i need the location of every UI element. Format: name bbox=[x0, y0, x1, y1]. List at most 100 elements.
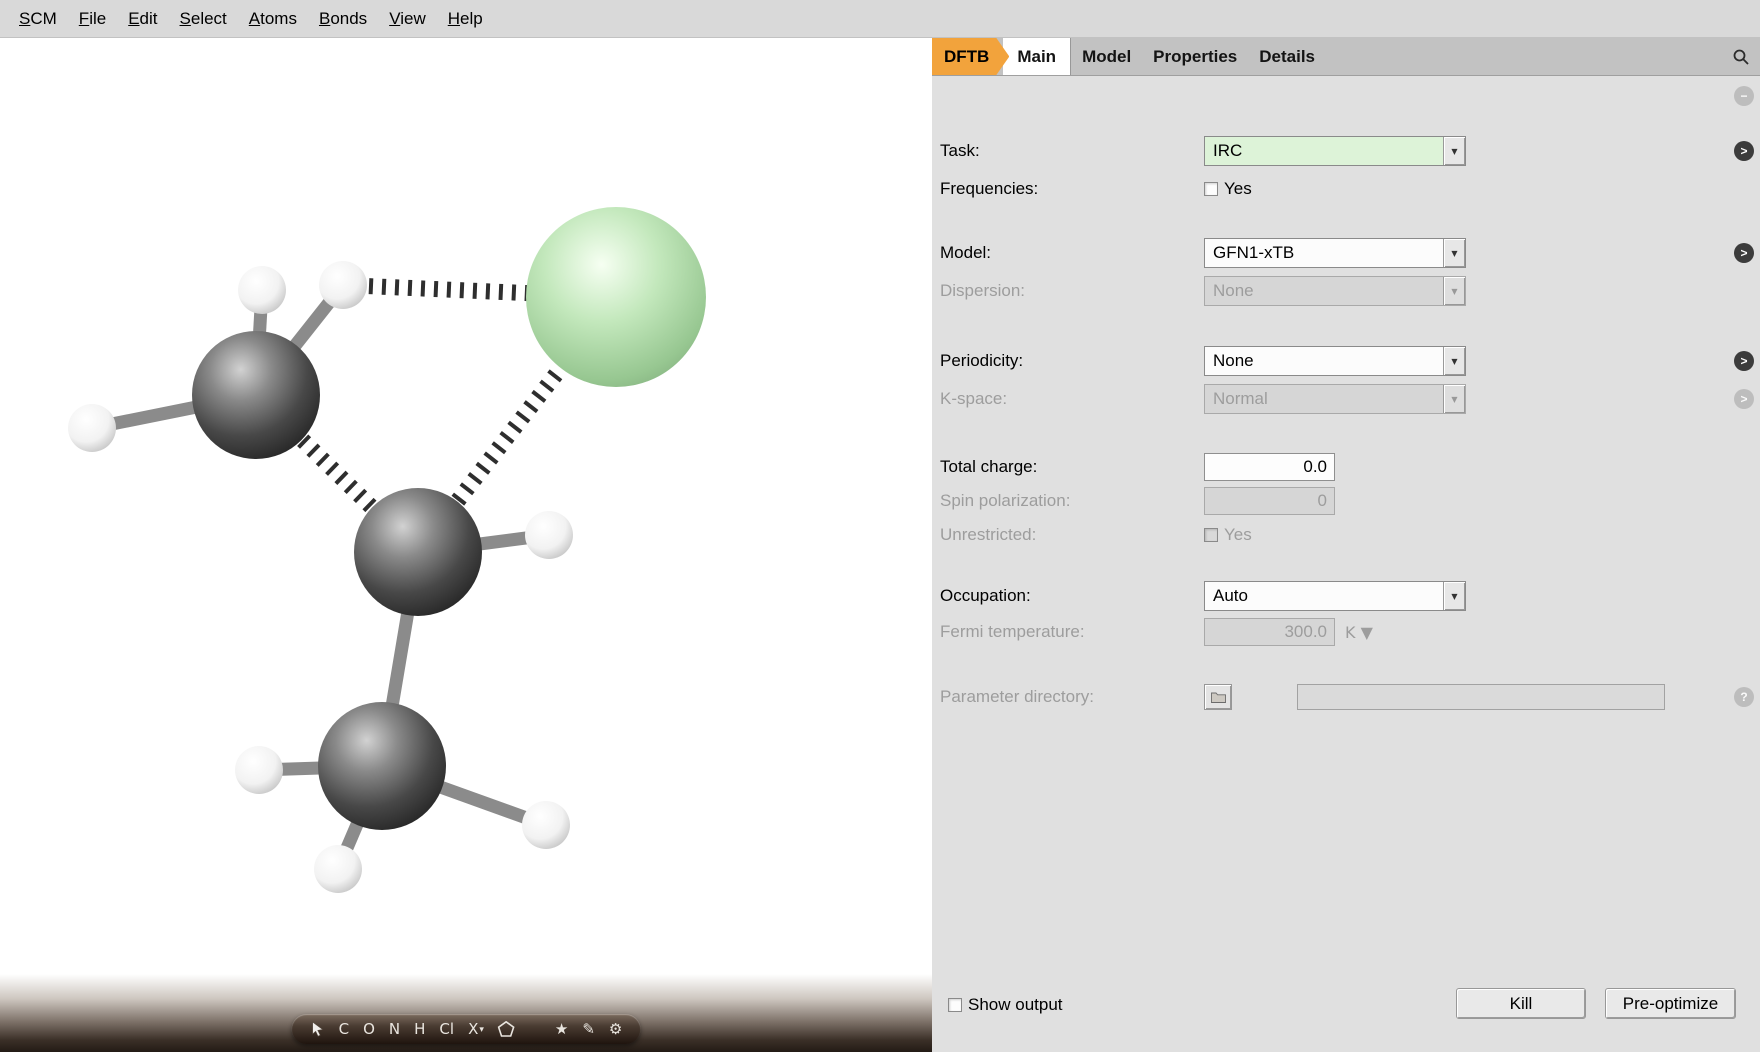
unrestricted-option-label: Yes bbox=[1224, 525, 1252, 545]
kspace-dropdown-arrow-icon: ▼ bbox=[1443, 385, 1465, 413]
menu-bar: SCM File Edit Select Atoms Bonds View He… bbox=[0, 0, 1760, 38]
settings-panel: DFTB Main Model Properties Details − > >… bbox=[932, 38, 1760, 1052]
unrestricted-checkbox bbox=[1204, 528, 1218, 542]
tab-dftb[interactable]: DFTB bbox=[932, 38, 1009, 75]
ring-tool-icon[interactable] bbox=[498, 1021, 515, 1037]
atom-hydrogen[interactable] bbox=[319, 261, 367, 309]
selection-star-icon[interactable]: ★ bbox=[555, 1020, 568, 1038]
parameter-directory-row: Parameter directory: bbox=[940, 682, 1665, 712]
model-detail-arrow-icon[interactable]: > bbox=[1734, 243, 1754, 263]
periodicity-row: Periodicity: None ▼ bbox=[940, 346, 1466, 376]
kspace-select: Normal ▼ bbox=[1204, 384, 1466, 414]
kspace-detail-arrow-icon: > bbox=[1734, 389, 1754, 409]
molecule-canvas[interactable] bbox=[0, 38, 932, 1052]
settings-gear-icon[interactable]: ⚙ bbox=[609, 1020, 622, 1038]
menu-select[interactable]: Select bbox=[169, 9, 238, 29]
frequencies-label: Frequencies: bbox=[940, 179, 1204, 199]
pen-tool-icon[interactable]: ✎ bbox=[582, 1020, 595, 1038]
task-select[interactable]: IRC ▼ bbox=[1204, 136, 1466, 166]
tab-bar: DFTB Main Model Properties Details bbox=[932, 38, 1760, 76]
tab-properties[interactable]: Properties bbox=[1142, 38, 1248, 75]
task-detail-arrow-icon[interactable]: > bbox=[1734, 141, 1754, 161]
periodicity-dropdown-arrow-icon[interactable]: ▼ bbox=[1443, 347, 1465, 375]
atom-hydrogen[interactable] bbox=[238, 266, 286, 314]
model-value: GFN1-xTB bbox=[1205, 239, 1443, 267]
kill-button[interactable]: Kill bbox=[1456, 988, 1586, 1019]
chevron-glyph: > bbox=[1740, 392, 1747, 406]
fermi-temperature-label: Fermi temperature: bbox=[940, 622, 1204, 642]
element-cl-button[interactable]: Cl bbox=[439, 1020, 454, 1038]
menu-bonds[interactable]: Bonds bbox=[308, 9, 378, 29]
menu-atoms[interactable]: Atoms bbox=[238, 9, 308, 29]
show-output-row: Show output bbox=[948, 995, 1063, 1015]
spin-polarization-row: Spin polarization: 0 bbox=[940, 486, 1335, 516]
spin-polarization-label: Spin polarization: bbox=[940, 491, 1204, 511]
dispersion-value: None bbox=[1205, 277, 1443, 305]
parameter-directory-input bbox=[1297, 684, 1665, 710]
menu-help[interactable]: Help bbox=[437, 9, 494, 29]
atom-carbon[interactable] bbox=[318, 702, 446, 830]
fermi-temperature-unit: K ▼ bbox=[1345, 623, 1373, 642]
menu-view[interactable]: View bbox=[378, 9, 437, 29]
chevron-glyph: > bbox=[1740, 144, 1747, 158]
preoptimize-button[interactable]: Pre-optimize bbox=[1605, 988, 1736, 1019]
atom-hydrogen[interactable] bbox=[522, 801, 570, 849]
atom-hydrogen[interactable] bbox=[235, 746, 283, 794]
kspace-value: Normal bbox=[1205, 385, 1443, 413]
periodicity-label: Periodicity: bbox=[940, 351, 1204, 371]
frequencies-checkbox[interactable] bbox=[1204, 182, 1218, 196]
dispersion-row: Dispersion: None ▼ bbox=[940, 276, 1466, 306]
occupation-select[interactable]: Auto ▼ bbox=[1204, 581, 1466, 611]
tab-details[interactable]: Details bbox=[1248, 38, 1326, 75]
chevron-glyph: > bbox=[1740, 354, 1747, 368]
pointer-tool-icon[interactable] bbox=[310, 1021, 325, 1037]
kspace-label: K-space: bbox=[940, 389, 1204, 409]
molecule-viewer[interactable]: C O N H Cl X ▾ ★ ✎ ⚙ bbox=[0, 38, 932, 1052]
dispersion-label: Dispersion: bbox=[940, 281, 1204, 301]
tab-main[interactable]: Main bbox=[1003, 38, 1070, 75]
dispersion-dropdown-arrow-icon: ▼ bbox=[1443, 277, 1465, 305]
total-charge-label: Total charge: bbox=[940, 457, 1204, 477]
atom-hydrogen[interactable] bbox=[525, 511, 573, 559]
atom-hydrogen[interactable] bbox=[68, 404, 116, 452]
atom-carbon[interactable] bbox=[192, 331, 320, 459]
collapse-icon: − bbox=[1734, 86, 1754, 106]
frequencies-row: Frequencies: Yes bbox=[940, 178, 1252, 200]
menu-edit[interactable]: Edit bbox=[117, 9, 168, 29]
search-icon[interactable] bbox=[1722, 38, 1760, 75]
viewer-toolbar: C O N H Cl X ▾ ★ ✎ ⚙ bbox=[292, 1014, 641, 1044]
occupation-row: Occupation: Auto ▼ bbox=[940, 581, 1466, 611]
element-x-label: X bbox=[468, 1020, 478, 1038]
element-x-button[interactable]: X ▾ bbox=[468, 1020, 484, 1038]
minus-glyph: − bbox=[1740, 89, 1747, 103]
menu-scm[interactable]: SCM bbox=[8, 9, 68, 29]
element-c-button[interactable]: C bbox=[339, 1020, 349, 1038]
task-dropdown-arrow-icon[interactable]: ▼ bbox=[1443, 137, 1465, 165]
show-output-label: Show output bbox=[968, 995, 1063, 1015]
chevron-glyph: > bbox=[1740, 246, 1747, 260]
total-charge-input[interactable]: 0.0 bbox=[1204, 453, 1335, 481]
dispersion-select: None ▼ bbox=[1204, 276, 1466, 306]
parameter-help-icon: ? bbox=[1734, 687, 1754, 707]
model-dropdown-arrow-icon[interactable]: ▼ bbox=[1443, 239, 1465, 267]
occupation-dropdown-arrow-icon[interactable]: ▼ bbox=[1443, 582, 1465, 610]
periodicity-select[interactable]: None ▼ bbox=[1204, 346, 1466, 376]
element-n-button[interactable]: N bbox=[389, 1020, 400, 1038]
element-o-button[interactable]: O bbox=[363, 1020, 375, 1038]
atom-carbon[interactable] bbox=[354, 488, 482, 616]
occupation-value: Auto bbox=[1205, 582, 1443, 610]
atom-chlorine[interactable] bbox=[526, 207, 706, 387]
occupation-label: Occupation: bbox=[940, 586, 1204, 606]
element-h-button[interactable]: H bbox=[414, 1020, 425, 1038]
model-row: Model: GFN1-xTB ▼ bbox=[940, 238, 1466, 268]
fermi-temperature-input: 300.0 bbox=[1204, 618, 1335, 646]
element-picker-caret-icon: ▾ bbox=[479, 1023, 484, 1038]
folder-browse-icon[interactable] bbox=[1204, 684, 1232, 710]
show-output-checkbox[interactable] bbox=[948, 998, 962, 1012]
menu-file[interactable]: File bbox=[68, 9, 117, 29]
tab-model[interactable]: Model bbox=[1070, 38, 1142, 75]
model-select[interactable]: GFN1-xTB ▼ bbox=[1204, 238, 1466, 268]
atom-hydrogen[interactable] bbox=[314, 845, 362, 893]
periodicity-detail-arrow-icon[interactable]: > bbox=[1734, 351, 1754, 371]
fermi-temperature-row: Fermi temperature: 300.0 K ▼ bbox=[940, 617, 1373, 647]
